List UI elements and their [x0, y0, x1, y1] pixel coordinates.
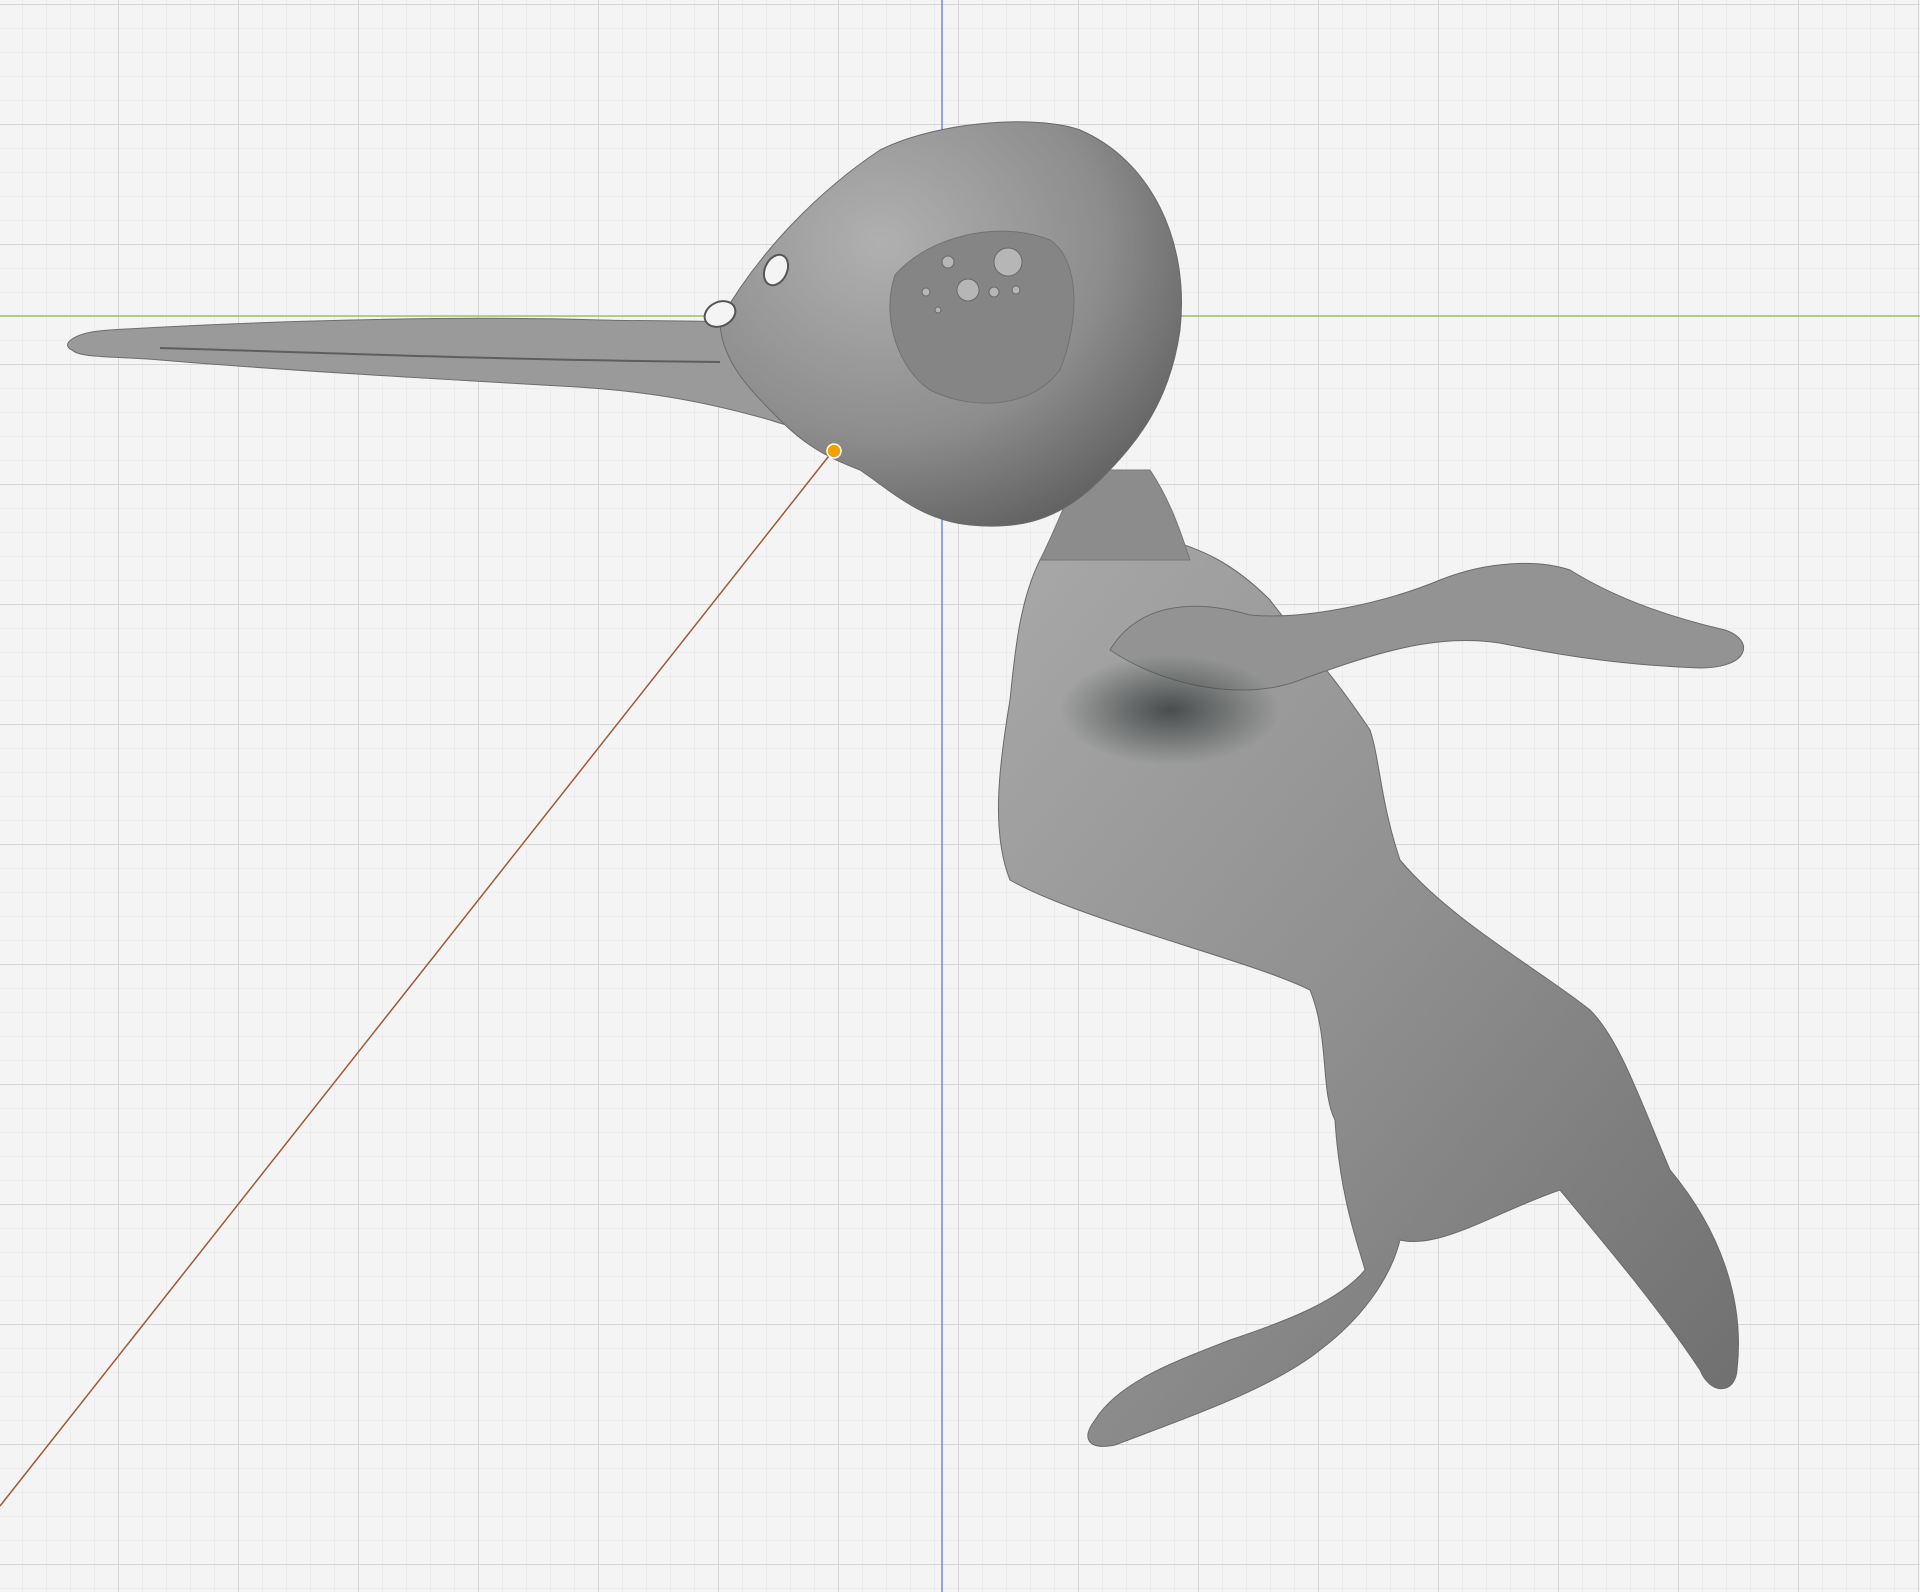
object-origin-dot[interactable] [826, 443, 842, 459]
viewport-scene[interactable] [0, 0, 1920, 1592]
head-bump [921, 287, 931, 297]
head-bump [934, 306, 942, 314]
head-bump [988, 286, 1000, 298]
head-cavity [889, 230, 1075, 404]
head-bump [941, 255, 955, 269]
wing-shadow [1060, 655, 1280, 765]
head-bump [956, 278, 980, 302]
origin-guide-line [0, 451, 833, 1507]
3d-viewport[interactable] [0, 0, 1920, 1592]
head-bump [993, 247, 1023, 277]
head-bump [1011, 285, 1021, 295]
bird-mesh[interactable] [67, 121, 1744, 1447]
